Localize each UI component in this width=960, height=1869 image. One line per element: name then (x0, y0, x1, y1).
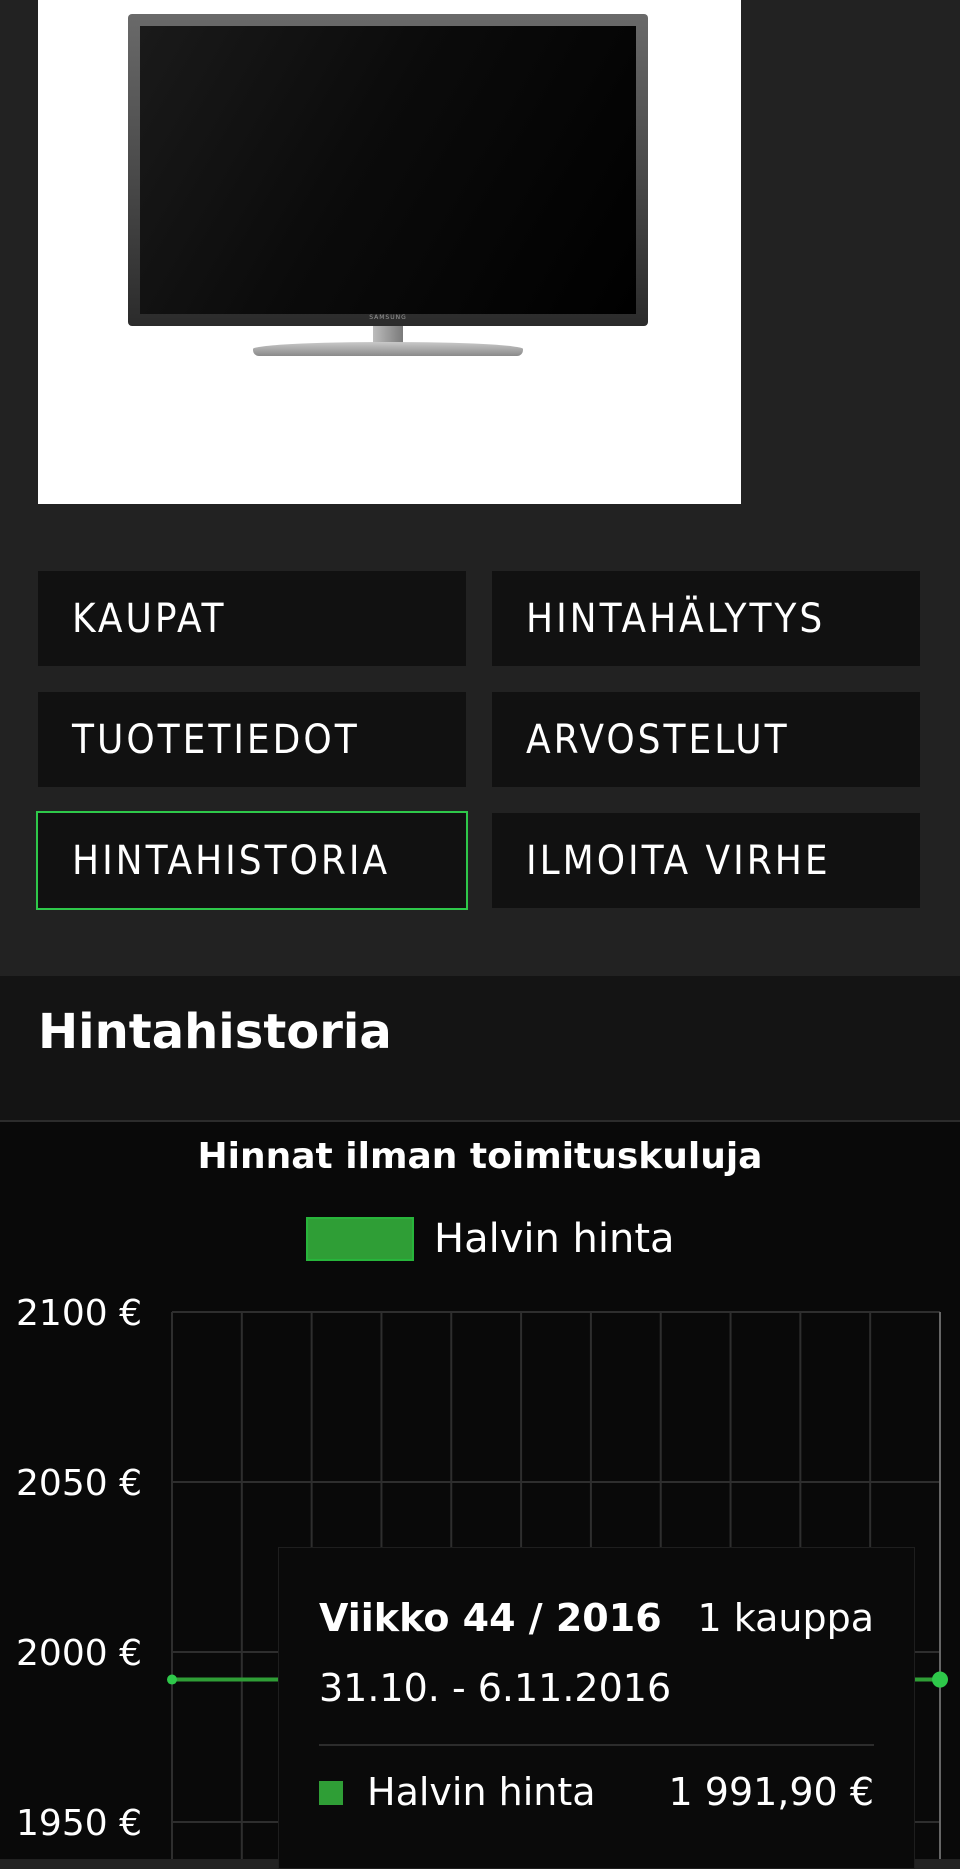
nav-ilmoita-virhe-button[interactable]: ILMOITA VIRHE (492, 813, 920, 908)
y-tick-label: 2100 € (16, 1293, 142, 1334)
tv-bezel (128, 14, 648, 326)
tooltip-week: Viikko 44 / 2016 (319, 1596, 662, 1640)
tv-illustration: SAMSUNG (128, 14, 648, 364)
tooltip-dates: 31.10. - 6.11.2016 (319, 1666, 672, 1710)
data-point (167, 1674, 177, 1685)
nav-hintahistoria-button[interactable]: HINTAHISTORIA (36, 811, 468, 910)
tooltip-store-count: 1 kauppa (697, 1596, 875, 1640)
nav-hintahalytys-button[interactable]: HINTAHÄLYTYS (492, 571, 920, 666)
y-tick-label: 1950 € (16, 1803, 142, 1844)
tooltip-series-value: 1 991,90 € (668, 1770, 874, 1814)
tooltip-series-swatch (319, 1781, 343, 1805)
tv-screen (140, 26, 636, 314)
data-point (932, 1671, 948, 1688)
product-image: SAMSUNG (38, 0, 741, 504)
tooltip-series-label: Halvin hinta (367, 1770, 596, 1814)
chart-tooltip: Viikko 44 / 2016 1 kauppa 31.10. - 6.11.… (278, 1547, 915, 1869)
tv-stand-base (253, 342, 523, 356)
nav-tuotetiedot-button[interactable]: TUOTETIEDOT (38, 692, 466, 787)
nav-kaupat-button[interactable]: KAUPAT (38, 571, 466, 666)
y-axis-ticks: 2100 € 2050 € 2000 € 1950 € (16, 1293, 142, 1844)
tooltip-divider (319, 1744, 874, 1746)
nav-arvostelut-button[interactable]: ARVOSTELUT (492, 692, 920, 787)
y-tick-label: 2050 € (16, 1463, 142, 1504)
y-tick-label: 2000 € (16, 1633, 142, 1674)
tv-brand-logo: SAMSUNG (369, 314, 407, 321)
section-title: Hintahistoria (38, 1004, 392, 1060)
